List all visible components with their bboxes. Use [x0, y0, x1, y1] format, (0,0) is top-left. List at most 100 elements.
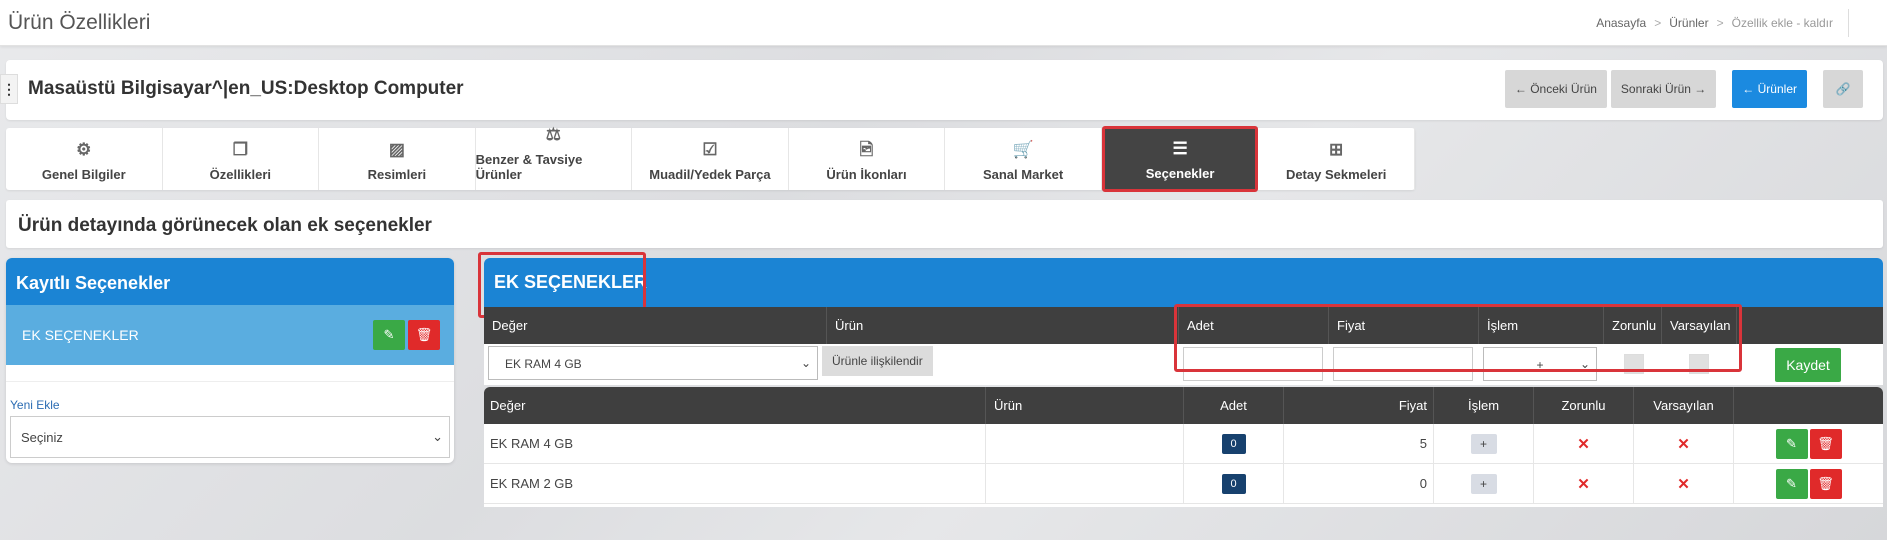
options-table: Değer Ürün Adet Fiyat İşlem Zorunlu Vars… [484, 387, 1883, 507]
drag-handle-icon[interactable]: ⋮ [0, 74, 18, 104]
new-option-select[interactable]: Seçiniz ⌄ [10, 416, 450, 458]
section-title: Ürün detayında görünecek olan ek seçenek… [18, 215, 432, 236]
islem-badge: + [1470, 473, 1497, 494]
balance-scale-icon: ⚖ [545, 125, 562, 144]
tab-resimleri[interactable]: ▨ Resimleri [319, 128, 476, 190]
cell-actions: ✎ 🗑 [1734, 424, 1883, 463]
islem-badge: + [1470, 433, 1497, 454]
breadcrumb-separator: > [1716, 16, 1724, 30]
file-image-icon: 🖻 [859, 140, 874, 159]
form-header-urun: Ürün [827, 307, 1179, 344]
saved-options-title: Kayıtlı Seçenekler [6, 258, 454, 305]
page-title: Ürün Özellikleri [8, 11, 151, 34]
sitemap-icon: ⊞ [1329, 140, 1344, 159]
images-icon: ▨ [388, 140, 405, 159]
x-icon: ✕ [1677, 475, 1690, 493]
edit-button[interactable]: ✎ [1775, 468, 1808, 499]
cell-islem: + [1434, 464, 1534, 503]
previous-product-button[interactable]: ← Önceki Ürün [1504, 70, 1607, 108]
chevron-down-icon: ⌄ [432, 429, 443, 444]
table-header-row: Değer Ürün Adet Fiyat İşlem Zorunlu Vars… [484, 387, 1883, 424]
table-header-fiyat: Fiyat [1284, 387, 1434, 424]
cell-urun [986, 424, 1184, 463]
product-bar: ⋮ Masaüstü Bilgisayar^|en_US:Desktop Com… [0, 60, 1883, 120]
cell-varsayilan: ✕ [1634, 424, 1734, 463]
table-header-deger: Değer [484, 387, 986, 424]
products-button[interactable]: ← Ürünler [1732, 70, 1807, 108]
edit-button[interactable]: ✎ [373, 320, 405, 350]
tab-secenekler[interactable]: ☰ Seçenekler [1101, 126, 1259, 192]
divider [1848, 9, 1849, 37]
delete-button[interactable]: 🗑 [408, 320, 440, 350]
extra-options-header: EK SEÇENEKLER [484, 258, 1883, 307]
save-button[interactable]: Kaydet [1775, 348, 1841, 382]
product-name: Masaüstü Bilgisayar^|en_US:Desktop Compu… [28, 78, 464, 99]
cell-deger: EK RAM 4 GB [484, 424, 986, 463]
saved-options-panel: Kayıtlı Seçenekler EK SEÇENEKLER ✎ 🗑 Yen… [6, 258, 454, 463]
table-header-varsayilan: Varsayılan [1634, 387, 1734, 424]
table-header-zorunlu: Zorunlu [1534, 387, 1634, 424]
cell-fiyat: 0 [1284, 464, 1434, 503]
tab-urun-ikonlari[interactable]: 🖻 Ürün İkonları [789, 128, 946, 190]
delete-button[interactable]: 🗑 [1809, 468, 1842, 499]
cell-zorunlu: ✕ [1534, 464, 1634, 503]
list-icon: ☰ [1172, 139, 1188, 158]
copy-icon: ❐ [232, 140, 248, 159]
table-row: EK RAM 2 GB 0 0 + ✕ ✕ ✎ 🗑 [484, 464, 1883, 504]
x-icon: ✕ [1677, 435, 1690, 453]
product-actions: ← Önceki Ürün Sonraki Ürün → ← Ürünler 🔗 [1504, 70, 1863, 108]
breadcrumb-separator: > [1654, 16, 1662, 30]
arrow-left-icon: ← [1742, 82, 1758, 96]
section-heading: Ürün detayında görünecek olan ek seçenek… [6, 200, 1883, 248]
relate-product-button[interactable]: Ürünle ilişkilendir [822, 346, 933, 376]
arrow-left-icon: ← [1514, 82, 1531, 96]
breadcrumb-products[interactable]: Ürünler [1669, 16, 1708, 30]
new-option-label: Yeni Ekle [10, 398, 60, 412]
trash-icon: 🗑 [415, 327, 433, 342]
x-icon: ✕ [1577, 475, 1590, 493]
table-header-urun: Ürün [986, 387, 1184, 424]
table-header-adet: Adet [1184, 387, 1284, 424]
pencil-icon: ✎ [1786, 435, 1797, 451]
tab-benzer-tavsiye[interactable]: ⚖ Benzer & Tavsiye Ürünler [476, 125, 633, 190]
tab-muadil-yedek[interactable]: ☑ Muadil/Yedek Parça [632, 128, 789, 190]
value-select[interactable]: EK RAM 4 GB ⌄ [488, 346, 818, 380]
cell-islem: + [1434, 424, 1534, 463]
form-header-deger: Değer [484, 307, 827, 344]
trash-icon: 🗑 [1817, 475, 1834, 491]
breadcrumb-current: Özellik ekle - kaldır [1731, 16, 1833, 30]
tab-ozellikleri[interactable]: ❐ Özellikleri [163, 128, 320, 190]
x-icon: ✕ [1577, 435, 1590, 453]
delete-button[interactable]: 🗑 [1809, 428, 1842, 459]
check-square-icon: ☑ [702, 140, 718, 159]
tab-detay-sekmeleri[interactable]: ⊞ Detay Sekmeleri [1258, 128, 1415, 190]
adet-badge: 0 [1221, 433, 1246, 454]
edit-button[interactable]: ✎ [1775, 428, 1808, 459]
table-header-islem: İşlem [1434, 387, 1534, 424]
highlight-box [1174, 304, 1742, 372]
cell-zorunlu: ✕ [1534, 424, 1634, 463]
cell-urun [986, 464, 1184, 503]
cell-fiyat: 5 [1284, 424, 1434, 463]
pencil-icon: ✎ [383, 327, 395, 342]
extra-options-panel: EK SEÇENEKLER Değer Ürün Adet Fiyat İşle… [478, 252, 1883, 508]
pencil-icon: ✎ [1786, 475, 1797, 491]
next-product-button[interactable]: Sonraki Ürün → [1610, 70, 1717, 108]
divider [6, 381, 454, 382]
table-row: EK RAM 4 GB 0 5 + ✕ ✕ ✎ 🗑 [484, 424, 1883, 464]
cell-varsayilan: ✕ [1634, 464, 1734, 503]
breadcrumb-home[interactable]: Anasayfa [1596, 16, 1646, 30]
top-bar: Ürün Özellikleri Anasayfa > Ürünler > Öz… [0, 0, 1887, 46]
tab-bar: ⚙ Genel Bilgiler ❐ Özellikleri ▨ Resimle… [6, 125, 1415, 192]
link-icon: 🔗 [1835, 82, 1851, 96]
tab-genel-bilgiler[interactable]: ⚙ Genel Bilgiler [6, 128, 163, 190]
link-button[interactable]: 🔗 [1823, 70, 1863, 108]
cart-icon: 🛒 [1012, 140, 1034, 159]
trash-icon: 🗑 [1817, 435, 1834, 451]
arrow-right-icon: → [1690, 82, 1707, 96]
cell-actions: ✎ 🗑 [1734, 464, 1883, 503]
cell-adet: 0 [1184, 424, 1284, 463]
adet-badge: 0 [1221, 473, 1246, 494]
tab-sanal-market[interactable]: 🛒 Sanal Market [945, 128, 1102, 190]
saved-option-item[interactable]: EK SEÇENEKLER ✎ 🗑 [6, 305, 454, 365]
